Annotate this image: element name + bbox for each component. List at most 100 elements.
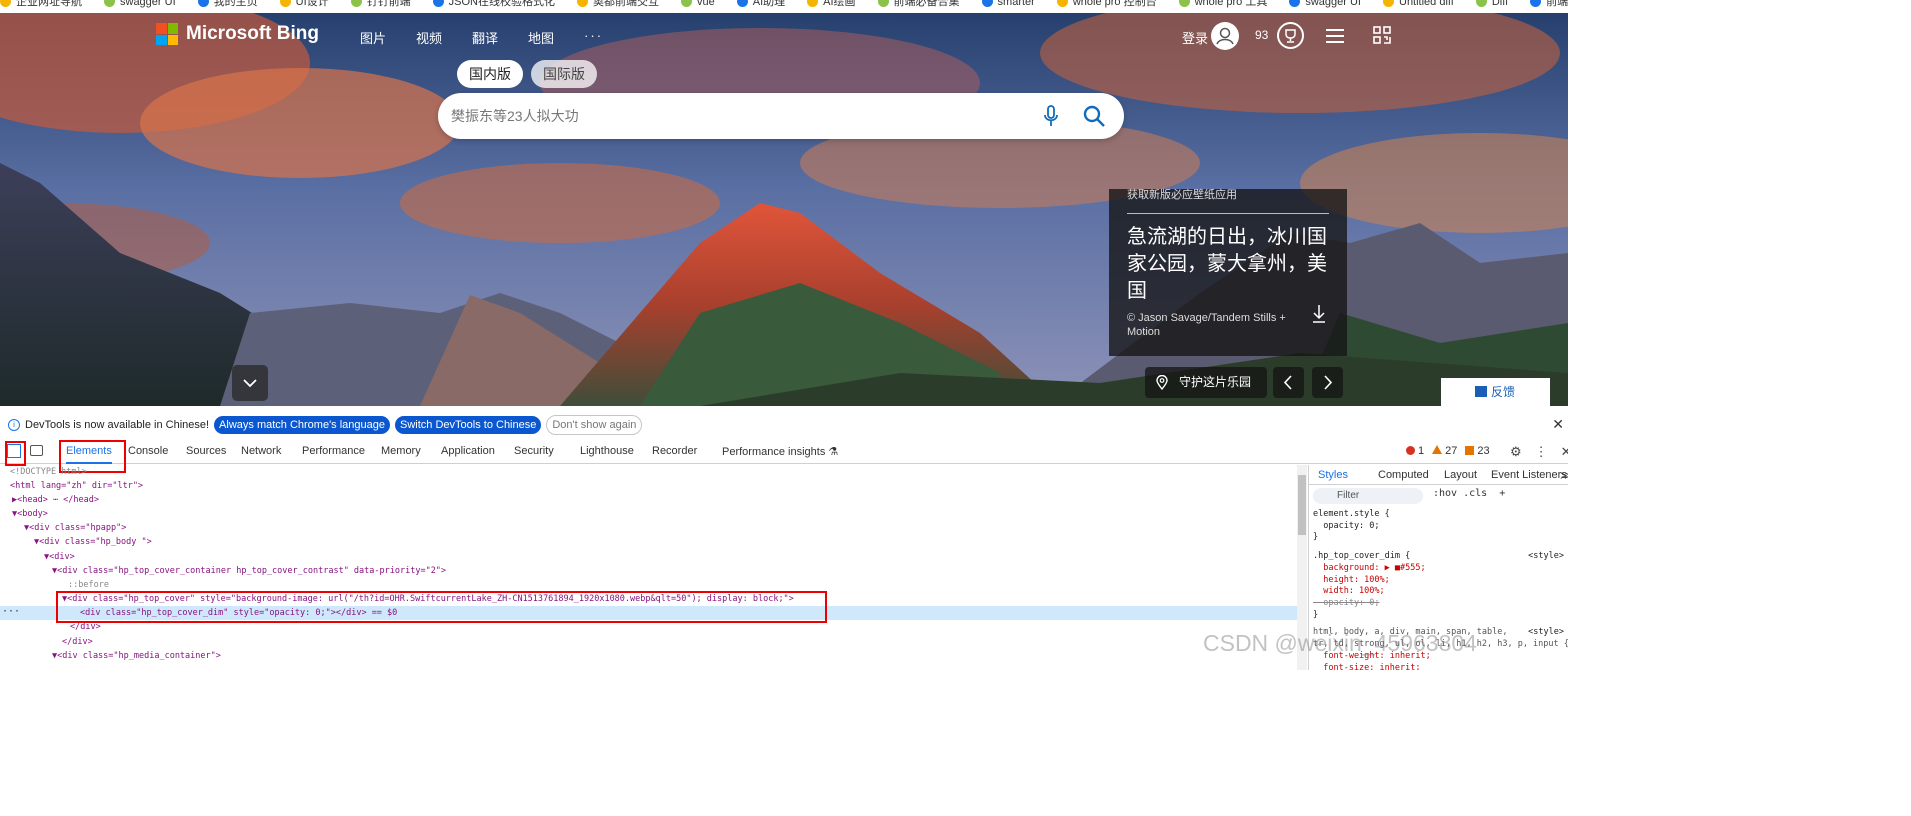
tab-sources[interactable]: Sources (186, 445, 226, 457)
menu-icon[interactable] (1325, 28, 1345, 49)
download-icon[interactable] (1311, 304, 1327, 329)
tab-network[interactable]: Network (241, 445, 281, 457)
bookmark-item[interactable]: AI助理 (736, 0, 785, 8)
search-input[interactable] (451, 105, 1011, 127)
dom-node-hpapp[interactable]: ▼<div class="hpapp"> (0, 521, 1297, 535)
highlight-box-inspect (5, 441, 26, 466)
rule-source-link[interactable]: <style> (1528, 627, 1564, 637)
switch-chinese-button[interactable]: Switch DevTools to Chinese (395, 416, 542, 434)
dom-node-doctype[interactable]: <!DOCTYPE html> (0, 465, 1297, 479)
close-devtools-icon[interactable]: ✕ (1561, 444, 1568, 460)
device-toolbar-icon[interactable] (30, 445, 43, 456)
settings-gear-icon[interactable]: ⚙ (1510, 444, 1522, 460)
bookmark-item[interactable]: swagger UI (104, 0, 176, 8)
rule-source-link[interactable]: <style> (1528, 551, 1564, 561)
bookmark-item[interactable]: 企业网址导航 (0, 0, 82, 8)
styles-filter-input[interactable]: Filter (1313, 488, 1423, 504)
bookmark-item[interactable]: 奥都前端交互 (576, 0, 659, 8)
nav-images[interactable]: 图片 (360, 28, 386, 47)
close-icon[interactable]: ✕ (1552, 416, 1564, 433)
nav-videos[interactable]: 视频 (416, 28, 442, 47)
more-tabs-icon[interactable]: ≫ (1560, 469, 1568, 482)
styles-tabbar: Styles Computed Layout Event Listeners ≫ (1309, 465, 1568, 485)
tab-console[interactable]: Console (128, 445, 168, 457)
tab-event-listeners[interactable]: Event Listeners (1491, 469, 1567, 481)
dont-show-again-button[interactable]: Don't show again (546, 415, 643, 435)
bing-logo-text: Microsoft Bing (186, 23, 319, 44)
tab-performance[interactable]: Performance (302, 445, 365, 457)
bookmark-item[interactable]: Untitled diff (1383, 0, 1454, 8)
tab-recorder[interactable]: Recorder (652, 445, 697, 457)
rewards-points[interactable]: 93 (1255, 28, 1268, 42)
avatar-icon[interactable] (1211, 22, 1239, 50)
scroll-down-button[interactable] (232, 365, 268, 401)
more-options-icon[interactable]: ⋮ (1535, 444, 1548, 460)
tab-security[interactable]: Security (514, 445, 554, 457)
tab-international[interactable]: 国际版 (531, 60, 597, 88)
microsoft-logo-icon (156, 23, 178, 45)
rule-overridden-opacity[interactable]: opacity: 0; (1313, 598, 1565, 610)
image-info-card[interactable]: 获取新版必应壁纸应用 急流湖的日出，冰川国家公园，蒙大拿州，美国 © Jason… (1109, 189, 1347, 356)
tab-performance-insights[interactable]: Performance insights ⚗ (722, 445, 838, 458)
wallpaper-app-promo[interactable]: 获取新版必应壁纸应用 (1127, 186, 1237, 202)
styles-toolbar[interactable]: :hov .cls + (1433, 488, 1505, 499)
warning-count[interactable]: 27 (1432, 445, 1457, 457)
bookmark-item[interactable]: whole pro 工具 (1178, 0, 1267, 8)
bookmark-item[interactable]: swagger UI (1289, 0, 1361, 8)
bookmark-item[interactable]: JSON在线校验格式化 (432, 0, 555, 8)
bookmarks-bar: 企业网址导航 swagger UI 我的主页 UI设计 钉钉前端 JSON在线校验格式化 奥… (0, 0, 1568, 13)
chevron-left-icon (1283, 375, 1292, 390)
dom-node-close-div[interactable]: </div> (0, 635, 1297, 649)
rewards-trophy-icon[interactable] (1277, 22, 1304, 49)
dom-node-ellipsis[interactable]: ··· (2, 605, 20, 619)
dom-node-html[interactable]: <html lang="zh" dir="ltr"> (0, 479, 1297, 493)
dom-node-before[interactable]: ::before (0, 578, 1297, 592)
bookmark-item[interactable]: 前端必备合集 (877, 0, 960, 8)
image-title[interactable]: 急流湖的日出，冰川国家公园，蒙大拿州，美国 (1127, 224, 1332, 305)
nav-maps[interactable]: 地图 (528, 28, 554, 47)
dom-node-media-container[interactable]: ▼<div class="hp_media_container"> (0, 649, 1297, 663)
qr-code-icon[interactable] (1373, 26, 1391, 49)
protect-paradise-button[interactable]: 守护这片乐园 (1145, 367, 1267, 398)
bookmark-item[interactable]: AI绘画 (807, 0, 856, 8)
search-icon[interactable] (1082, 104, 1106, 133)
chevron-down-icon (243, 379, 257, 388)
dom-node-hp-body[interactable]: ▼<div class="hp_body "> (0, 535, 1297, 549)
bookmark-item[interactable]: whole pro 控制台 (1056, 0, 1157, 8)
tab-layout[interactable]: Layout (1444, 469, 1477, 481)
bookmark-item[interactable]: smarter (981, 0, 1035, 8)
nav-translate[interactable]: 翻译 (472, 28, 498, 47)
dom-node-body[interactable]: ▼<body> (0, 507, 1297, 521)
microphone-icon[interactable] (1043, 105, 1059, 132)
issue-count[interactable]: 23 (1465, 445, 1489, 457)
dom-node-cover-container[interactable]: ▼<div class="hp_top_cover_container hp_t… (0, 564, 1297, 578)
bing-hero: Microsoft Bing 图片 视频 翻译 地图 ··· 登录 93 国内版… (0, 13, 1568, 406)
dom-node-head[interactable]: ▶<head> ⋯ </head> (0, 493, 1297, 507)
dom-node-div[interactable]: ▼<div> (0, 550, 1297, 564)
bookmark-item[interactable]: 前端组件合集 (1530, 0, 1568, 8)
previous-image-button[interactable] (1273, 367, 1304, 398)
error-count[interactable]: 1 (1406, 445, 1424, 457)
tab-computed[interactable]: Computed (1378, 469, 1429, 481)
bookmark-item[interactable]: Diff (1475, 0, 1508, 8)
bookmark-item[interactable]: vue (680, 0, 715, 8)
feedback-button[interactable]: 反馈 (1441, 378, 1550, 406)
rule-element-style[interactable]: element.style { opacity: 0; } (1313, 509, 1565, 544)
tab-lighthouse[interactable]: Lighthouse (580, 445, 634, 457)
tab-memory[interactable]: Memory (381, 445, 421, 457)
next-image-button[interactable] (1312, 367, 1343, 398)
rule-hp-top-cover-dim-body[interactable]: background: ▶ ■#555; height: 100%; width… (1313, 563, 1565, 598)
login-link[interactable]: 登录 (1182, 28, 1208, 47)
tab-styles[interactable]: Styles (1318, 469, 1348, 481)
bookmark-item[interactable]: 钉钉前端 (350, 0, 411, 8)
scrollbar-thumb[interactable] (1298, 475, 1306, 535)
match-language-button[interactable]: Always match Chrome's language (214, 416, 391, 434)
tab-application[interactable]: Application (441, 445, 495, 457)
feedback-label: 反馈 (1491, 385, 1516, 399)
issue-badges[interactable]: 1 27 23 (1406, 445, 1490, 457)
tab-domestic[interactable]: 国内版 (457, 60, 523, 88)
bing-logo[interactable]: Microsoft Bing (156, 23, 319, 45)
nav-more[interactable]: ··· (584, 28, 603, 47)
bookmark-item[interactable]: UI设计 (279, 0, 329, 8)
bookmark-item[interactable]: 我的主页 (197, 0, 258, 8)
